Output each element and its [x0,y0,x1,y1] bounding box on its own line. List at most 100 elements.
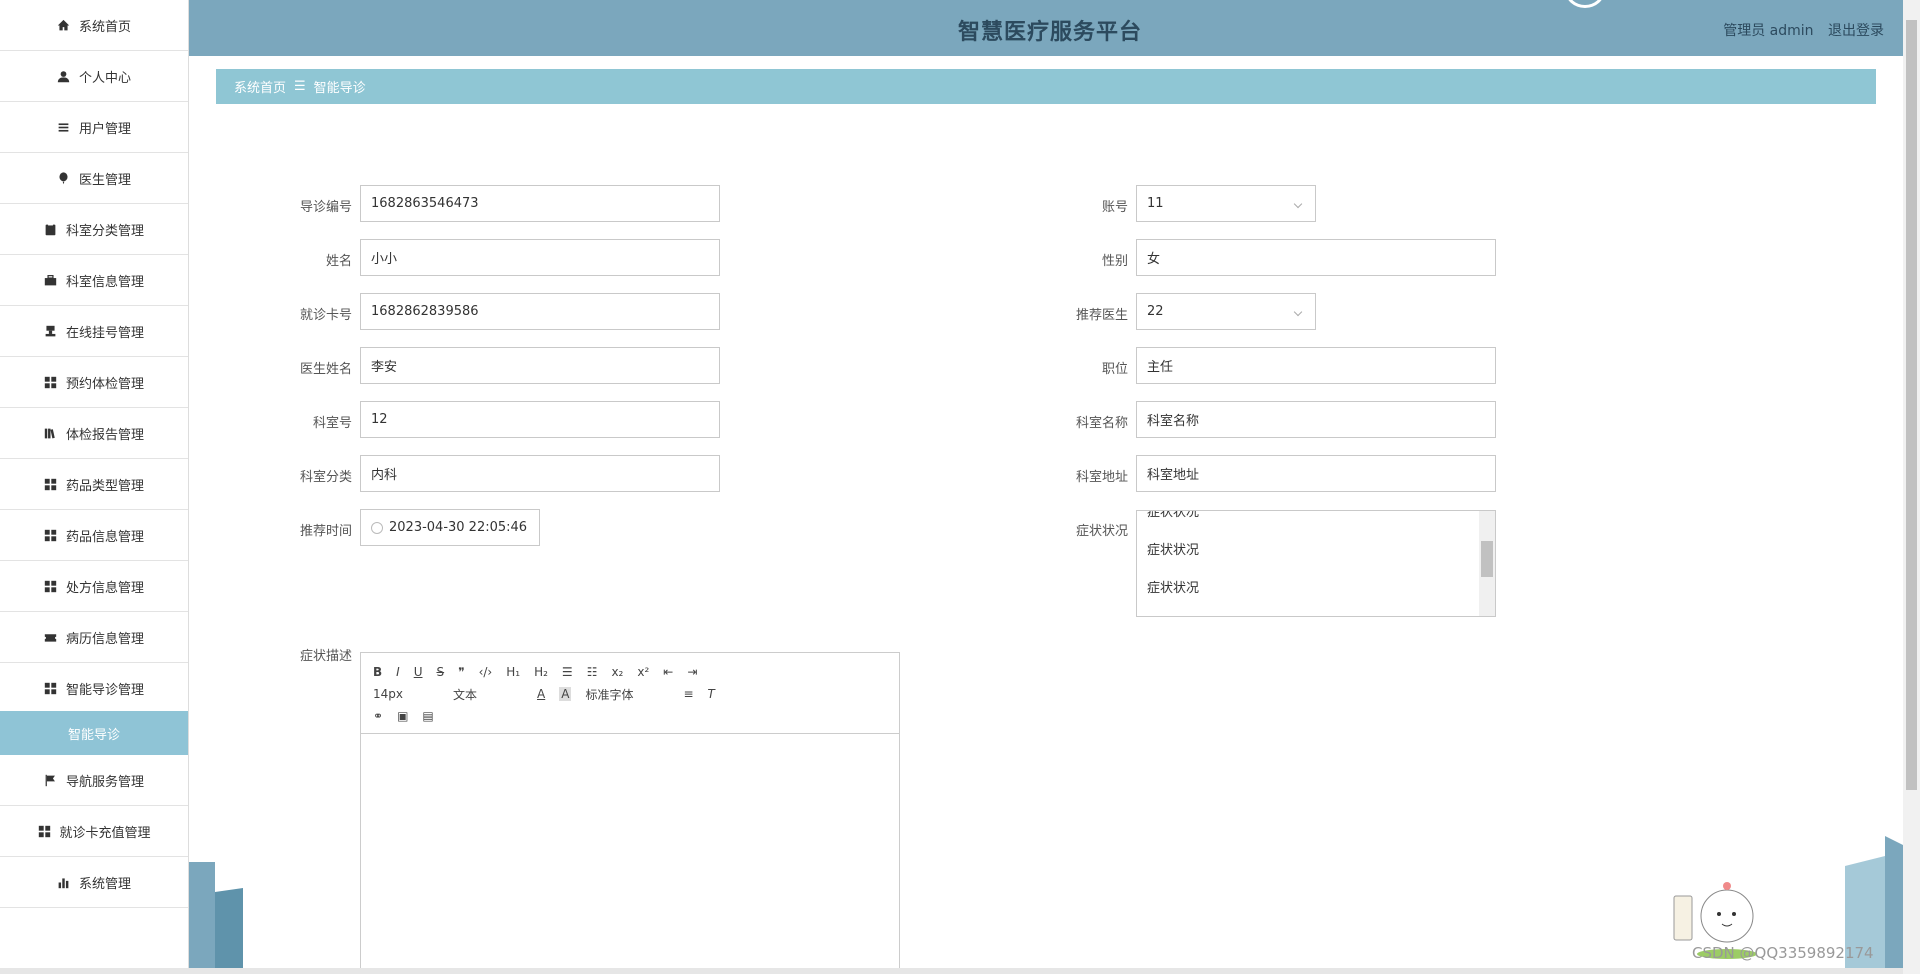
sidebar-item-drug-type[interactable]: 药品类型管理 [0,459,188,510]
position-input[interactable]: 主任 [1136,347,1496,384]
dept-name-input[interactable]: 科室名称 [1136,401,1496,438]
align-icon[interactable]: ≡ [683,687,693,701]
rec-doctor-label: 推荐医生 [1075,308,1128,323]
code-button[interactable]: ‹/› [479,665,493,679]
bar-chart-icon [57,875,71,889]
page-scrollbar[interactable] [1903,0,1920,974]
page-scrollbar-thumb[interactable] [1906,20,1917,790]
balloon-icon [57,171,71,185]
doctor-name-label: 医生姓名 [299,362,352,377]
sidebar-item-registration[interactable]: 在线挂号管理 [0,306,188,357]
blockquote-button[interactable]: ❞ [458,665,464,679]
app-title: 智慧医疗服务平台 [957,20,1142,45]
grid-icon [44,681,58,695]
sidebar-item-drug-info[interactable]: 药品信息管理 [0,510,188,561]
sidebar-item-smart-guide[interactable]: 智能导诊管理 [0,663,188,714]
strike-button[interactable]: S [437,665,445,679]
h1-button[interactable]: H₁ [506,665,520,679]
breadcrumb-home[interactable]: 系统首页 [234,77,286,96]
sidebar-item-records[interactable]: 病历信息管理 [0,612,188,663]
breadcrumb-current: 智能导诊 [313,81,366,96]
card-no-label: 就诊卡号 [299,308,352,323]
user-icon [57,69,71,83]
sidebar-item-report[interactable]: 体检报告管理 [0,408,188,459]
clear-format-icon[interactable]: T [708,687,715,701]
name-label: 姓名 [325,254,352,269]
sidebar-item-navigation[interactable]: 导航服务管理 [0,755,188,806]
link-icon[interactable]: ⚭ [373,709,383,723]
dept-no-input[interactable]: 12 [360,401,720,438]
logout-link[interactable]: 退出登录 [1828,23,1884,39]
grid-icon [44,375,58,389]
scrollbar-thumb[interactable] [1481,541,1493,577]
outdent-button[interactable]: ⇤ [663,665,673,679]
guide-no-input[interactable]: 1682863546473 [360,185,720,222]
dept-address-input[interactable]: 科室地址 [1136,455,1496,492]
sidebar-subitem-smart-guide[interactable]: 智能导诊 [0,711,188,755]
symptom-textarea[interactable]: 症状状况 症状状况 症状状况 [1136,510,1496,617]
rec-time-label: 推荐时间 [299,524,352,539]
sidebar-subitem-label: 智能导诊 [67,727,120,743]
rec-doctor-select[interactable]: 22 [1136,293,1316,330]
guide-no-label: 导诊编号 [299,200,352,215]
sidebar-item-label: 预约体检管理 [65,376,144,392]
sidebar-item-prescription[interactable]: 处方信息管理 [0,561,188,612]
sidebar-item-label: 科室信息管理 [65,274,144,290]
sidebar-item-doctors[interactable]: 医生管理 [0,153,188,204]
breadcrumb: 系统首页 ☰ 智能导诊 [216,69,1876,104]
sidebar-item-label: 在线挂号管理 [65,325,144,341]
gender-input[interactable]: 女 [1136,239,1496,276]
dept-address-label: 科室地址 [1075,470,1128,485]
sidebar-item-home[interactable]: 系统首页 [0,0,188,51]
subscript-button[interactable]: x₂ [611,665,623,679]
gender-label: 性别 [1101,254,1128,269]
card-no-input[interactable]: 1682862839586 [360,293,720,330]
font-color-icon[interactable]: A [537,687,545,701]
clipboard-icon [44,222,58,236]
sidebar-item-dept-info[interactable]: 科室信息管理 [0,255,188,306]
sidebar-item-label: 医生管理 [78,172,131,188]
font-family-select[interactable]: 标准字体 [585,686,633,703]
breadcrumb-separator: ☰ [294,79,306,94]
sidebar-item-label: 药品信息管理 [65,529,144,545]
sidebar-item-dept-category[interactable]: 科室分类管理 [0,204,188,255]
background-color-icon[interactable]: A [559,687,572,701]
flag-icon [44,773,58,787]
sidebar-item-profile[interactable]: 个人中心 [0,51,188,102]
h2-button[interactable]: H₂ [534,665,548,679]
textarea-scrollbar[interactable] [1479,511,1495,616]
symptom-label: 症状状况 [1075,524,1128,539]
ticket-icon [44,630,58,644]
font-size-select[interactable]: 14px [373,687,403,701]
sidebar-item-card-recharge[interactable]: 就诊卡充值管理 [0,806,188,857]
sidebar: 系统首页 个人中心 用户管理 医生管理 科室分类管理 科室信息管理 在线挂号管理… [0,0,189,974]
image-icon[interactable]: ▣ [397,709,408,723]
sidebar-item-label: 体检报告管理 [65,427,144,443]
indent-button[interactable]: ⇥ [687,665,697,679]
position-label: 职位 [1101,362,1128,377]
horizontal-scrollbar[interactable] [0,968,1903,974]
rec-time-picker[interactable]: 2023-04-30 22:05:46 [360,509,540,546]
admin-user-label: 管理员 admin [1723,23,1814,39]
sidebar-item-label: 系统管理 [78,876,131,892]
bullet-list-button[interactable]: ☷ [587,665,598,679]
sidebar-item-label: 病历信息管理 [65,631,144,647]
name-input[interactable]: 小小 [360,239,720,276]
sidebar-item-checkup[interactable]: 预约体检管理 [0,357,188,408]
account-select[interactable]: 11 [1136,185,1316,222]
italic-button[interactable]: I [396,665,400,679]
doctor-name-input[interactable]: 李安 [360,347,720,384]
symptom-line: 症状状况 [1147,510,1200,520]
dept-category-input[interactable]: 内科 [360,455,720,492]
bold-button[interactable]: B [373,665,382,679]
sidebar-item-users[interactable]: 用户管理 [0,102,188,153]
header-user-area: 管理员 admin 退出登录 [1713,20,1884,40]
video-icon[interactable]: ▤ [422,709,433,723]
underline-button[interactable]: U [414,665,423,679]
symptom-line: 症状状况 [1147,542,1200,558]
superscript-button[interactable]: x² [637,665,649,679]
ordered-list-button[interactable]: ☰ [562,665,573,679]
sidebar-item-system[interactable]: 系统管理 [0,857,188,908]
grid-icon [44,477,58,491]
text-type-select[interactable]: 文本 [453,686,477,703]
